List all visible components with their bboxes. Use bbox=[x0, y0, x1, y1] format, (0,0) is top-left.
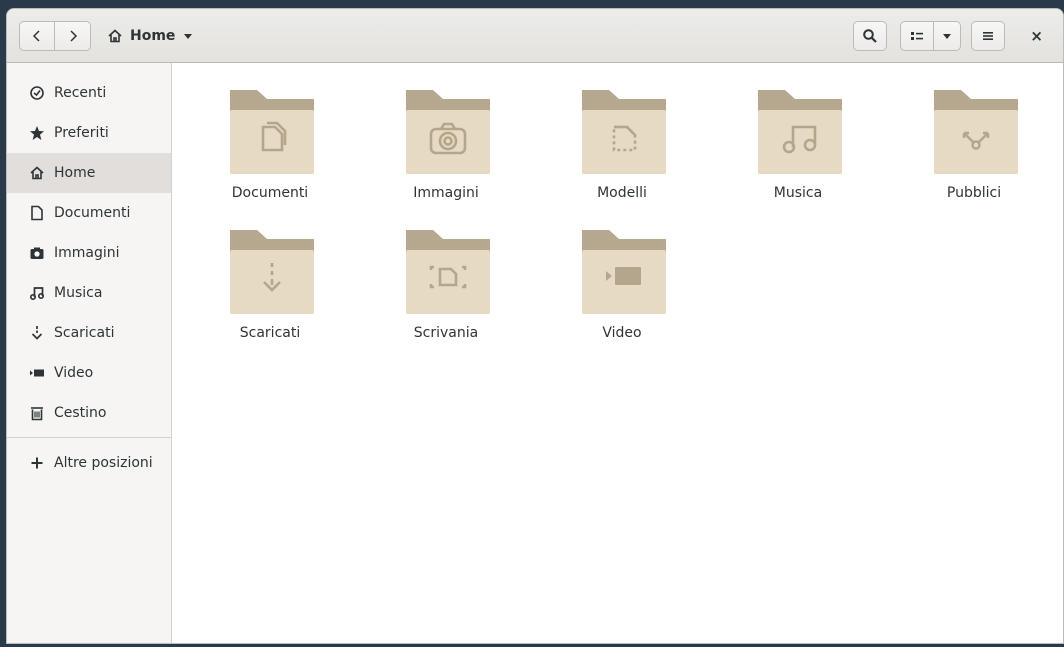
list-view-icon bbox=[911, 32, 923, 40]
sidebar-item-label: Preferiti bbox=[54, 125, 109, 141]
sidebar-item-cestino[interactable]: Cestino bbox=[7, 393, 171, 433]
clock-icon bbox=[28, 84, 46, 102]
folder-item-musica[interactable]: Musica bbox=[710, 70, 886, 201]
sidebar-separator bbox=[7, 437, 171, 438]
sidebar: Recenti Preferiti Home Documenti Immagin… bbox=[7, 63, 172, 643]
sidebar-item-label: Video bbox=[54, 365, 94, 381]
folder-icon bbox=[758, 90, 842, 174]
folder-item-video[interactable]: Video bbox=[534, 210, 710, 341]
folder-label: Modelli bbox=[597, 185, 647, 201]
header-bar: Home × bbox=[7, 9, 1063, 63]
hamburger-menu-icon bbox=[983, 32, 993, 40]
sidebar-item-preferiti[interactable]: Preferiti bbox=[7, 113, 171, 153]
sidebar-item-label: Documenti bbox=[54, 205, 131, 221]
folder-item-modelli[interactable]: Modelli bbox=[534, 70, 710, 201]
main-menu-button[interactable] bbox=[971, 21, 1005, 51]
view-toggle-button[interactable] bbox=[900, 21, 934, 51]
sidebar-item-label: Cestino bbox=[54, 405, 107, 421]
forward-button[interactable] bbox=[55, 21, 91, 51]
document-icon bbox=[28, 204, 46, 222]
sidebar-item-immagini[interactable]: Immagini bbox=[7, 233, 171, 273]
folder-icon bbox=[934, 90, 1018, 174]
music-icon bbox=[28, 284, 46, 302]
folder-icon bbox=[406, 90, 490, 174]
folder-grid: Documenti Immagini Modelli Musica Pubbli… bbox=[173, 63, 1063, 643]
search-icon bbox=[863, 29, 877, 43]
trash-icon bbox=[28, 404, 46, 422]
search-button[interactable] bbox=[853, 21, 887, 51]
folder-item-scaricati[interactable]: Scaricati bbox=[182, 210, 358, 341]
sidebar-item-documenti[interactable]: Documenti bbox=[7, 193, 171, 233]
folder-item-scrivania[interactable]: Scrivania bbox=[358, 210, 534, 341]
home-icon bbox=[108, 29, 122, 43]
download-icon bbox=[28, 324, 46, 342]
sidebar-item-label: Musica bbox=[54, 285, 103, 301]
folder-icon bbox=[230, 90, 314, 174]
sidebar-item-label: Scaricati bbox=[54, 325, 115, 341]
location-label: Home bbox=[130, 28, 176, 44]
folder-item-immagini[interactable]: Immagini bbox=[358, 70, 534, 201]
close-icon: × bbox=[1030, 27, 1043, 45]
folder-label: Musica bbox=[773, 185, 823, 201]
folder-label: Video bbox=[602, 325, 642, 341]
folder-label: Immagini bbox=[413, 185, 479, 201]
folder-item-pubblici[interactable]: Pubblici bbox=[886, 70, 1062, 201]
folder-icon bbox=[230, 230, 314, 314]
sidebar-item-musica[interactable]: Musica bbox=[7, 273, 171, 313]
sidebar-item-other-locations[interactable]: Altre posizioni bbox=[7, 448, 171, 478]
folder-icon bbox=[582, 230, 666, 314]
folder-label: Pubblici bbox=[946, 185, 1002, 201]
sidebar-item-video[interactable]: Video bbox=[7, 353, 171, 393]
chevron-down-icon bbox=[184, 34, 193, 39]
location-button[interactable]: Home bbox=[107, 21, 193, 51]
sidebar-item-home[interactable]: Home bbox=[7, 153, 171, 193]
sidebar-item-recenti[interactable]: Recenti bbox=[7, 73, 171, 113]
folder-icon bbox=[406, 230, 490, 314]
plus-icon bbox=[28, 454, 46, 472]
chevron-down-icon bbox=[943, 34, 951, 39]
camera-icon bbox=[28, 244, 46, 262]
folder-label: Scaricati bbox=[239, 325, 301, 341]
sidebar-item-label: Home bbox=[54, 165, 96, 181]
home-icon bbox=[28, 164, 46, 182]
close-button[interactable]: × bbox=[1030, 27, 1043, 45]
sidebar-item-label: Immagini bbox=[54, 245, 120, 261]
video-icon bbox=[28, 364, 46, 382]
sidebar-item-label: Altre posizioni bbox=[54, 455, 153, 471]
back-button[interactable] bbox=[19, 21, 55, 51]
view-options-button[interactable] bbox=[934, 21, 961, 51]
chevron-right-icon bbox=[69, 30, 77, 42]
folder-label: Scrivania bbox=[413, 325, 479, 341]
file-manager-window: Home × Recenti Preferiti Home Documenti … bbox=[6, 8, 1064, 644]
folder-item-documenti[interactable]: Documenti bbox=[182, 70, 358, 201]
sidebar-item-label: Recenti bbox=[54, 85, 107, 101]
chevron-left-icon bbox=[32, 30, 40, 42]
star-icon bbox=[28, 124, 46, 142]
folder-label: Documenti bbox=[231, 185, 309, 201]
folder-icon bbox=[582, 90, 666, 174]
sidebar-item-scaricati[interactable]: Scaricati bbox=[7, 313, 171, 353]
